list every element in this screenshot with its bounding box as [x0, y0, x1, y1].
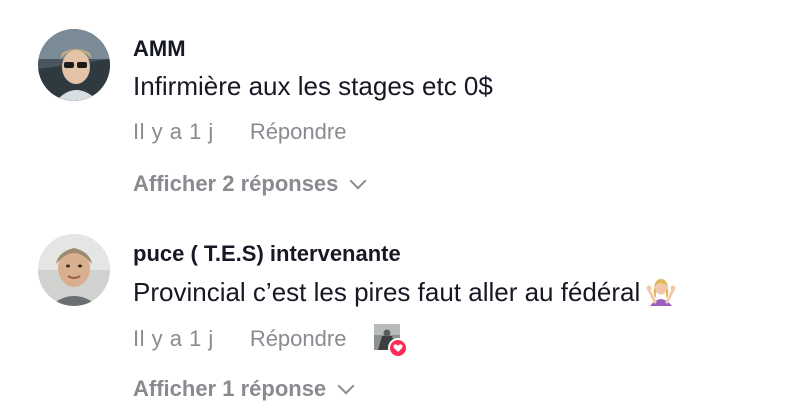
avatar[interactable] — [38, 234, 110, 306]
chevron-down-icon — [349, 172, 367, 190]
user-avatar-icon — [38, 234, 110, 306]
reply-button[interactable]: Répondre — [250, 119, 347, 145]
comment-meta: Il y a 1 j Répondre — [133, 119, 346, 145]
creator-liked-badge — [374, 324, 409, 358]
comment-text: Provincial c’est les pires faut aller au… — [133, 276, 676, 308]
person-shrugging-emoji-icon — [646, 279, 676, 306]
comment-item: AMM Infirmière aux les stages etc 0$ Il … — [0, 0, 788, 205]
view-replies-label: Afficher 2 réponses — [133, 171, 339, 196]
comment-meta: Il y a 1 j Répondre — [133, 324, 409, 358]
comment-text-content: Provincial c’est les pires faut aller au… — [133, 277, 641, 307]
view-replies-button[interactable]: Afficher 2 réponses — [133, 171, 367, 197]
reply-button[interactable]: Répondre — [250, 326, 347, 352]
username[interactable]: puce ( T.E.S) intervenante — [133, 241, 401, 267]
view-replies-button[interactable]: Afficher 1 réponse — [133, 376, 355, 402]
avatar[interactable] — [38, 29, 110, 101]
username[interactable]: AMM — [133, 36, 186, 62]
user-avatar-icon — [38, 29, 110, 101]
comment-item: puce ( T.E.S) intervenante Provincial c’… — [0, 205, 788, 408]
heart-icon — [388, 338, 409, 358]
timestamp: Il y a 1 j — [133, 326, 214, 351]
view-replies-label: Afficher 1 réponse — [133, 376, 327, 401]
comment-text: Infirmière aux les stages etc 0$ — [133, 71, 493, 101]
timestamp: Il y a 1 j — [133, 119, 214, 144]
chevron-down-icon — [337, 377, 355, 395]
